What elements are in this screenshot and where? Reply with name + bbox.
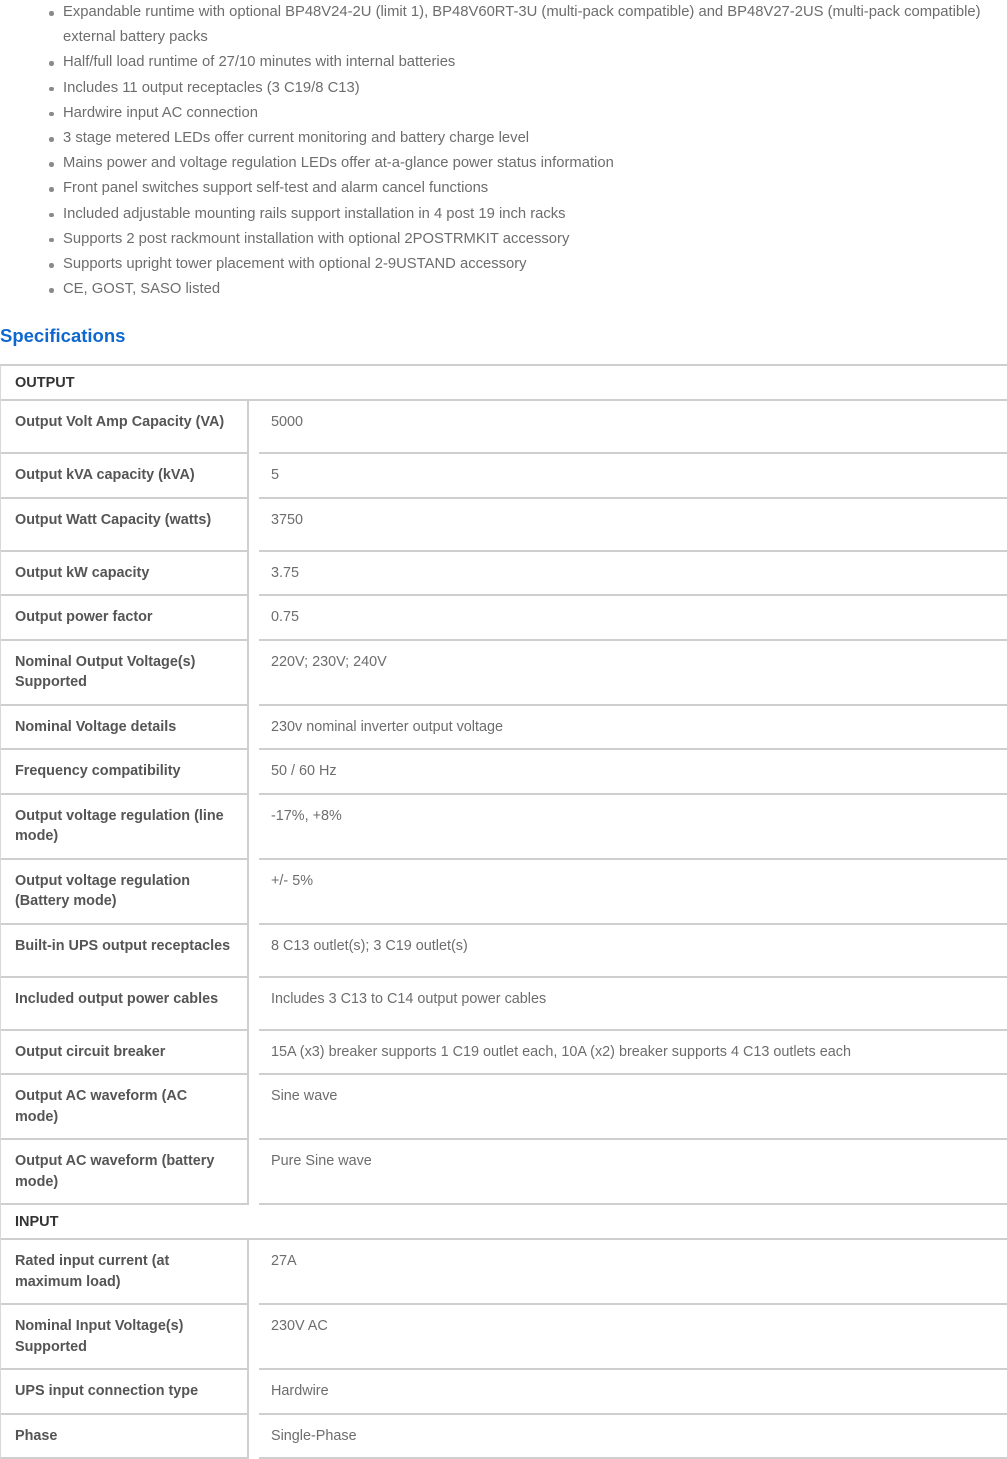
spec-value: 230v nominal inverter output voltage (259, 706, 1007, 751)
spec-value: Includes 3 C13 to C14 output power cable… (259, 978, 1007, 1031)
feature-list-item: Half/full load runtime of 27/10 minutes … (0, 50, 1007, 75)
table-row: Output voltage regulation (Battery mode)… (1, 859, 1007, 925)
spec-section-header: INPUT (1, 1205, 1007, 1241)
bullet-icon (49, 288, 54, 293)
table-row: Nominal Voltage details 230v nominal inve… (1, 705, 1007, 751)
table-row: Output AC waveform (AC mode) Sine wave (1, 1075, 1007, 1141)
feature-text: Includes 11 output receptacles (3 C19/8 … (63, 79, 360, 96)
feature-text: Half/full load runtime of 27/10 minutes … (63, 54, 456, 71)
feature-text: 3 stage metered LEDs offer current monit… (63, 130, 530, 147)
table-row: Phase Single-Phase (1, 1414, 1007, 1459)
spec-value: +/- 5% (259, 860, 1007, 925)
table-row: Rated input current (at maximum load) 27A (1, 1240, 1007, 1306)
spec-value: 50 / 60 Hz (259, 750, 1007, 795)
table-row: Included output power cables Includes 3 C… (1, 977, 1007, 1031)
table-row: Nominal Input Voltage(s) Supported 230V A… (1, 1305, 1007, 1371)
spec-label: Output kVA capacity (kVA) (1, 454, 249, 499)
feature-list-item: Includes 11 output receptacles (3 C19/8 … (0, 76, 1007, 101)
bullet-icon (49, 137, 54, 142)
feature-list-item: CE, GOST, SASO listed (0, 277, 1007, 302)
table-row: Output Watt Capacity (watts) 3750 (1, 498, 1007, 552)
spec-value: 8 C13 outlet(s); 3 C19 outlet(s) (259, 925, 1007, 978)
table-row: Built-in UPS output receptacles 8 C13 out… (1, 924, 1007, 978)
table-row: Output power factor 0.75 (1, 596, 1007, 641)
table-row: Output kVA capacity (kVA) 5 (1, 454, 1007, 499)
spec-label: Output circuit breaker (1, 1030, 249, 1076)
spec-label: Included output power cables (1, 977, 249, 1031)
spec-value: 0.75 (259, 596, 1007, 641)
bullet-icon (49, 86, 54, 92)
spec-label: Nominal Voltage details (1, 705, 249, 751)
feature-text: Included adjustable mounting rails suppo… (63, 205, 566, 222)
spec-value: 15A (x3) breaker supports 1 C19 outlet e… (259, 1031, 1007, 1076)
spec-value: 230V AC (259, 1305, 1007, 1371)
spec-value: -17%, +8% (259, 795, 1007, 860)
spec-label: Output AC waveform (AC mode) (1, 1075, 249, 1141)
feature-list-item: Mains power and voltage regulation LEDs … (0, 151, 1007, 176)
spec-label: Built-in UPS output receptacles (1, 924, 249, 978)
feature-text: Hardwire input AC connection (63, 104, 258, 121)
spec-label: Frequency compatibility (1, 750, 249, 795)
spec-label: Output AC waveform (battery mode) (1, 1140, 249, 1206)
spec-value: 3750 (259, 499, 1007, 552)
spec-label: Output voltage regulation (line mode) (1, 794, 249, 860)
specifications-table: OUTPUT Output Volt Amp Capacity (VA) 5000 O… (0, 364, 1007, 1459)
spec-value: Sine wave (259, 1075, 1007, 1141)
spec-section-title: OUTPUT (15, 375, 75, 392)
feature-list-item: Supports 2 post rackmount installation w… (0, 227, 1007, 252)
bullet-icon (49, 263, 54, 268)
page-title: Specifications (0, 325, 126, 347)
spec-value: 5 (259, 454, 1007, 499)
table-row: Nominal Output Voltage(s) Supported 220V;… (1, 640, 1007, 706)
table-row: Output Volt Amp Capacity (VA) 5000 (1, 401, 1007, 455)
feature-list-item: Front panel switches support self-test a… (0, 176, 1007, 201)
feature-list-item: Included adjustable mounting rails suppo… (0, 202, 1007, 227)
bullet-icon (49, 111, 54, 117)
table-row: Output circuit breaker 15A (x3) breaker s… (1, 1030, 1007, 1076)
spec-label: Output voltage regulation (Battery mode) (1, 859, 249, 925)
feature-text: CE, GOST, SASO listed (63, 281, 221, 298)
spec-label: Output Volt Amp Capacity (VA) (1, 401, 249, 455)
spec-value: 5000 (259, 401, 1007, 455)
bullet-icon (49, 212, 54, 218)
table-row: UPS input connection type Hardwire (1, 1370, 1007, 1415)
feature-list-item: Hardwire input AC connection (0, 101, 1007, 126)
bullet-icon (49, 11, 54, 16)
table-row: Output voltage regulation (line mode) -17… (1, 794, 1007, 860)
feature-text: Supports 2 post rackmount installation w… (63, 230, 570, 247)
table-row: Frequency compatibility 50 / 60 Hz (1, 750, 1007, 795)
feature-text: Mains power and voltage regulation LEDs … (63, 155, 614, 172)
bullet-icon (49, 162, 54, 167)
spec-label: UPS input connection type (1, 1370, 249, 1415)
spec-label: Output power factor (1, 596, 249, 641)
spec-value: Single-Phase (259, 1415, 1007, 1459)
bullet-icon (49, 237, 54, 243)
bullet-icon (49, 187, 54, 192)
table-row: Output kW capacity 3.75 (1, 551, 1007, 597)
feature-list-item: Expandable runtime with optional BP48V24… (0, 0, 1007, 50)
spec-value: Hardwire (259, 1370, 1007, 1415)
spec-section-title: INPUT (15, 1214, 59, 1231)
spec-label: Output Watt Capacity (watts) (1, 498, 249, 552)
table-row: Output AC waveform (battery mode) Pure Si… (1, 1140, 1007, 1206)
spec-value: Pure Sine wave (259, 1140, 1007, 1206)
feature-text: Supports upright tower placement with op… (63, 256, 527, 273)
product-feature-list: Expandable runtime with optional BP48V24… (0, 0, 1007, 302)
spec-value: 27A (259, 1240, 1007, 1306)
spec-value: 3.75 (259, 552, 1007, 597)
spec-value: 220V; 230V; 240V (259, 641, 1007, 706)
spec-label: Output kW capacity (1, 551, 249, 597)
spec-label: Rated input current (at maximum load) (1, 1240, 249, 1306)
feature-text: Expandable runtime with optional BP48V24… (63, 4, 981, 46)
feature-text: Front panel switches support self-test a… (63, 180, 489, 197)
bullet-icon (49, 61, 54, 66)
spec-section-header: OUTPUT (1, 366, 1007, 402)
feature-list-item: Supports upright tower placement with op… (0, 252, 1007, 277)
spec-label: Nominal Output Voltage(s) Supported (1, 640, 249, 706)
feature-list-item: 3 stage metered LEDs offer current monit… (0, 126, 1007, 151)
spec-label: Phase (1, 1414, 249, 1459)
spec-label: Nominal Input Voltage(s) Supported (1, 1305, 249, 1371)
